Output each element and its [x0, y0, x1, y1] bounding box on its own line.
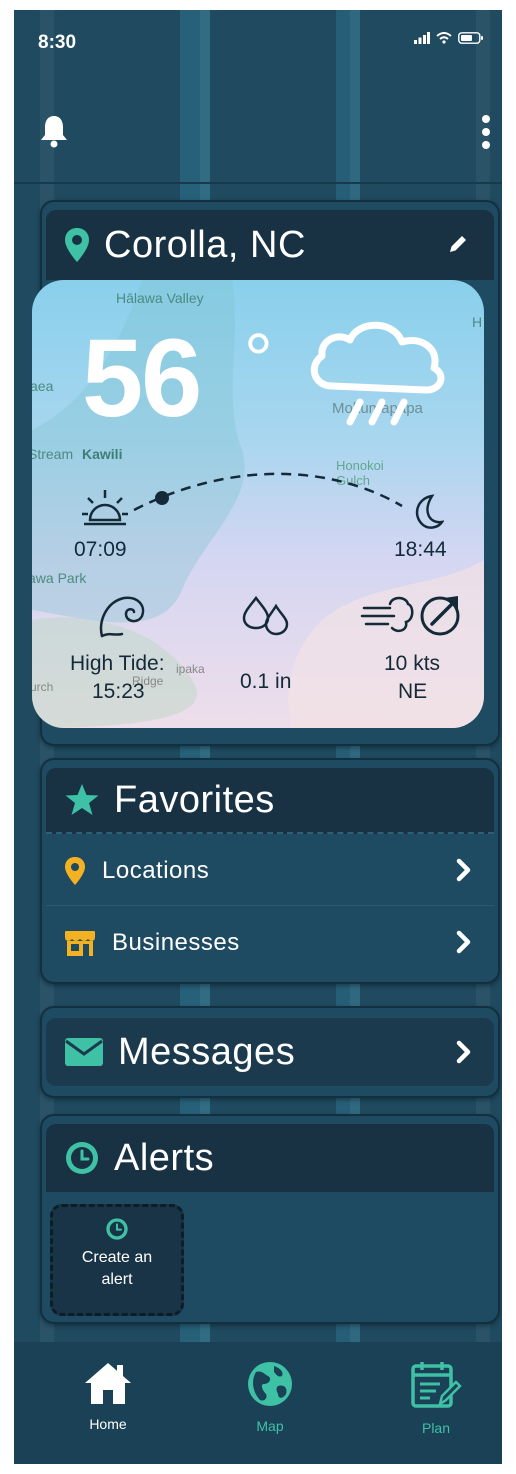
wind-speed: 10 kts	[384, 652, 441, 675]
location-card-header: Corolla, NC	[46, 210, 494, 280]
favorites-header: Favorites	[46, 768, 494, 834]
precipitation-value: 0.1 in	[240, 670, 292, 693]
messages-title: Messages	[118, 1030, 296, 1073]
envelope-icon	[65, 1038, 103, 1066]
app-header	[14, 76, 502, 184]
status-time: 8:30	[38, 32, 77, 53]
messages-card[interactable]: Messages	[40, 1006, 500, 1098]
pencil-icon	[450, 236, 466, 252]
create-alert-label: Create an alert	[81, 1249, 153, 1289]
wave-icon	[99, 596, 145, 638]
rain-cloud-icon	[310, 321, 445, 426]
tide-label: High Tide:	[70, 652, 165, 675]
edit-location-button[interactable]	[448, 234, 468, 259]
favorites-card: Favorites Locations Businesses	[40, 758, 500, 984]
nav-plan[interactable]: Plan	[376, 1360, 496, 1460]
map-label: urch	[32, 680, 54, 694]
globe-icon	[248, 1362, 292, 1406]
chevron-right-icon	[456, 1040, 471, 1064]
sunrise-icon	[82, 490, 128, 526]
store-icon	[65, 931, 95, 956]
more-options-button[interactable]	[480, 114, 494, 154]
star-icon	[65, 784, 99, 815]
map-pin-icon	[65, 856, 85, 885]
battery-icon	[458, 32, 483, 44]
sunrise-time: 07:09	[74, 538, 127, 561]
map-label: awa Park	[32, 570, 87, 586]
clock-icon	[66, 1142, 98, 1174]
clock-icon	[106, 1218, 128, 1240]
favorites-title: Favorites	[114, 778, 275, 821]
map-label: ipaka	[176, 662, 205, 676]
nav-plan-label: Plan	[421, 1420, 451, 1436]
favorites-item-label: Locations	[102, 856, 210, 884]
map-label: H	[472, 314, 483, 330]
nav-map[interactable]: Map	[210, 1360, 330, 1460]
map-label: Stream	[32, 446, 74, 462]
nav-home[interactable]: Home	[48, 1360, 168, 1460]
droplets-icon	[242, 595, 289, 636]
temperature-unit: °	[244, 320, 273, 400]
chevron-right-icon	[456, 930, 471, 954]
nav-map-label: Map	[256, 1418, 284, 1434]
status-icons	[414, 32, 484, 44]
home-icon	[85, 1363, 131, 1404]
chevron-right-icon	[456, 858, 471, 882]
favorites-item-locations[interactable]: Locations	[46, 836, 494, 906]
temperature-value: 56	[82, 317, 202, 440]
tide-time: 15:23	[92, 680, 145, 703]
phone-screen: 8:30 Corolla, NC Hālawa Valley Stream Ka…	[14, 10, 502, 1464]
messages-header: Messages	[46, 1018, 494, 1086]
favorites-item-businesses[interactable]: Businesses	[46, 908, 494, 978]
location-name: Corolla, NC	[104, 223, 306, 266]
notifications-button[interactable]	[38, 114, 74, 152]
map-label: Hālawa Valley	[116, 290, 204, 306]
nav-home-label: Home	[89, 1416, 127, 1432]
map-pin-icon	[65, 228, 89, 262]
alerts-title: Alerts	[114, 1136, 215, 1179]
bell-icon	[41, 116, 67, 148]
wifi-icon	[436, 32, 452, 44]
favorites-item-label: Businesses	[112, 929, 240, 956]
map-label: aea	[32, 378, 54, 394]
sunset-time: 18:44	[394, 538, 447, 561]
alerts-header: Alerts	[46, 1124, 494, 1192]
create-alert-button[interactable]: Create an alert	[50, 1204, 184, 1316]
bottom-navigation: Home Map Plan	[14, 1342, 502, 1464]
wind-icon	[360, 596, 414, 633]
moon-icon	[415, 494, 444, 529]
map-label: Kawili	[82, 446, 123, 462]
calendar-edit-icon	[411, 1362, 462, 1408]
wind-direction: NE	[398, 680, 428, 703]
status-bar: 8:30	[14, 10, 502, 76]
more-vertical-icon	[482, 115, 490, 149]
weather-panel: Hālawa Valley Mokumapapa Stream Kawili H…	[32, 280, 484, 728]
signal-icon	[414, 32, 430, 44]
compass-arrow-icon	[420, 596, 460, 636]
